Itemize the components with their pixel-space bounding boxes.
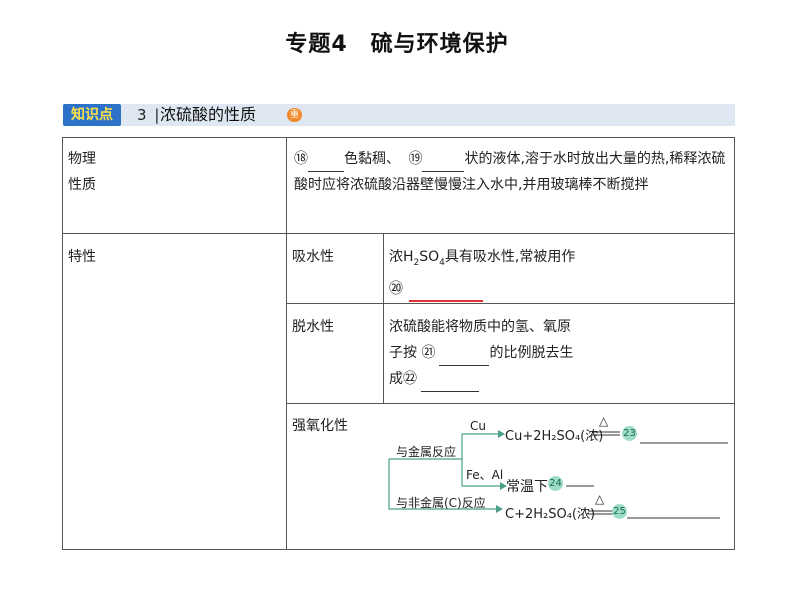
blank-20-number: ⑳ [389, 280, 403, 297]
blank-22-number: ㉒ [403, 371, 417, 387]
blank-24[interactable] [566, 472, 594, 486]
dehydrate-text1: 浓硫酸能将物质中的氢、氧原 [389, 319, 571, 335]
blank-23-number: 23 [622, 426, 637, 441]
blank-22[interactable] [421, 391, 479, 392]
blank-18-number: ⑱ [294, 151, 308, 167]
c-heat-condition: △ [595, 492, 605, 506]
blank-24-badge: 24 [548, 476, 563, 491]
knowledge-point-separator: | [154, 106, 160, 124]
dehydrate-label: 脱水性 [292, 319, 334, 335]
page-title: 专题4 硫与环境保护 [285, 32, 509, 57]
blank-21-number: ㉑ [421, 345, 436, 361]
dehydrate-text2-post: 的比例脱去生 [489, 345, 574, 361]
cu-heat-condition: △ [599, 414, 609, 428]
feal-label: Fe、Al [466, 468, 504, 482]
blank-18[interactable] [308, 171, 344, 172]
blank-24-number: 24 [548, 476, 563, 491]
knowledge-point-index: 3 [137, 106, 147, 124]
physical-content: ⑱ 色黏稠、 ⑲ 状的液体,溶于水时放出大量的热,稀释浓硫酸时应将浓硫酸沿器壁慢慢注… [294, 146, 730, 198]
metal-reaction-label: 与金属反应 [396, 445, 457, 459]
blank-20[interactable] [409, 299, 483, 302]
blank-23-badge: 23 [622, 426, 637, 441]
text-mid: SO [419, 249, 440, 265]
water-absorb-text: 浓H2SO4具有吸水性,常被用作 [389, 244, 729, 276]
special-header: 特性 [68, 249, 96, 265]
c-equation: C+2H₂SO₄(浓) [505, 507, 596, 522]
important-badge: 重 [287, 108, 302, 122]
physical-header: 物理 性质 [68, 146, 278, 198]
cu-label: Cu [470, 419, 486, 433]
blank-19[interactable] [422, 171, 465, 172]
dehydrate-text3-pre: 成 [389, 371, 403, 387]
water-absorb-content: 浓H2SO4具有吸水性,常被用作 ⑳ [389, 244, 729, 302]
cu-arrow-icon [498, 430, 505, 438]
blank-23[interactable] [640, 430, 728, 444]
physical-text1: 色黏稠、 [344, 151, 400, 167]
water-absorb-label: 吸水性 [292, 249, 334, 265]
physical-header-line2: 性质 [68, 177, 96, 193]
nonmetal-arrow-icon [496, 505, 503, 513]
text-pre: 浓H [389, 249, 414, 265]
blank-19-number: ⑲ [408, 151, 423, 167]
blank-25-number: 25 [612, 504, 627, 519]
blank-25-badge: 25 [612, 504, 627, 519]
feal-text: 常温下 [506, 479, 548, 495]
knowledge-point-title: 浓硫酸的性质 [160, 105, 257, 124]
physical-header-line1: 物理 [68, 151, 96, 167]
cu-equation: Cu+2H₂SO₄(浓) [505, 429, 604, 444]
oxidize-label: 强氧化性 [292, 418, 348, 434]
text-post: 具有吸水性,常被用作 [444, 249, 576, 265]
dehydrate-content: 浓硫酸能将物质中的氢、氧原 子按 ㉑ 的比例脱去生 成㉒ [389, 314, 729, 392]
blank-25[interactable] [627, 504, 720, 518]
knowledge-point-number: 3 | [137, 104, 159, 126]
dehydrate-text2-pre: 子按 [389, 345, 417, 361]
nonmetal-reaction-label: 与非金属(C)反应 [396, 496, 486, 510]
knowledge-point-tag: 知识点 [63, 104, 121, 126]
